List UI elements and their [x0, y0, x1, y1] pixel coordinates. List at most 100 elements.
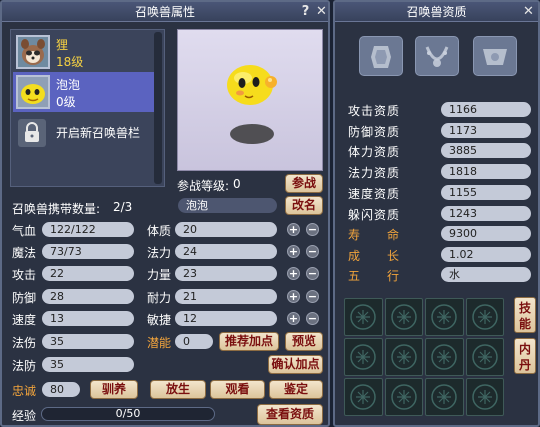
- exp-label: 经验: [12, 409, 37, 423]
- stat-label-attack: 攻击: [12, 268, 37, 282]
- bubble-avatar-icon: [16, 75, 50, 109]
- magic-minus-button[interactable]: −: [306, 245, 319, 258]
- skill-slot[interactable]: [465, 298, 504, 336]
- pet-attributes-panel: 召唤兽属性 ? ✕ 狸 18级 泡泡 0级 开启新召唤兽栏 参战等级: 0 参战…: [0, 0, 330, 427]
- apt-label-dodge: 躲闪资质: [348, 208, 401, 222]
- pet-list: 狸 18级 泡泡 0级 开启新召唤兽栏: [10, 29, 165, 187]
- loyalty-value: 80: [42, 382, 80, 397]
- raccoon-avatar-icon: [16, 35, 50, 69]
- growth-label: 成 长: [348, 249, 401, 263]
- unlock-pet-slot[interactable]: 开启新召唤兽栏: [13, 112, 155, 152]
- panel-title: 召唤兽属性 ? ✕: [2, 2, 328, 22]
- armor-icon[interactable]: [359, 36, 403, 76]
- stat-value-magic-defense: 35: [42, 357, 134, 372]
- lifespan-value: 9300: [441, 226, 531, 241]
- stat-value-magic-damage: 35: [42, 334, 134, 349]
- inner-core-tab-button[interactable]: 内丹: [514, 338, 536, 374]
- element-value: 水: [441, 267, 531, 282]
- skill-slot[interactable]: [384, 338, 423, 376]
- stat-value-mp: 73/73: [42, 244, 134, 259]
- pet-level: 18级: [56, 55, 84, 69]
- endurance-plus-button[interactable]: +: [287, 290, 300, 303]
- skill-slot[interactable]: [344, 338, 383, 376]
- empty-slot-pattern-icon: [391, 344, 417, 370]
- skill-slot[interactable]: [425, 338, 464, 376]
- endurance-minus-button[interactable]: −: [306, 290, 319, 303]
- strength-plus-button[interactable]: +: [287, 267, 300, 280]
- pet-name-field[interactable]: 泡泡: [178, 198, 277, 213]
- apt-value-stamina: 3885: [441, 143, 531, 158]
- apt-label-magic: 法力资质: [348, 166, 401, 180]
- carry-count-label: 召唤兽携带数量:: [12, 202, 101, 216]
- pet-aptitude-panel: 召唤兽资质 ✕ 攻击资质 1166 防御资质 1173 体力资质 3885 法力…: [333, 0, 540, 427]
- constitution-minus-button[interactable]: −: [306, 223, 319, 236]
- empty-slot-pattern-icon: [472, 344, 498, 370]
- stat-value-speed: 13: [42, 311, 134, 326]
- skill-slot[interactable]: [344, 298, 383, 336]
- empty-slot-pattern-icon: [431, 344, 457, 370]
- necklace-icon[interactable]: [415, 36, 459, 76]
- stat-label-speed: 速度: [12, 313, 37, 327]
- stat-label-magic-defense: 法防: [12, 359, 37, 373]
- attr-value-magic: 24: [175, 244, 277, 259]
- pet-row-2[interactable]: 泡泡 0级: [13, 72, 155, 112]
- strength-minus-button[interactable]: −: [306, 267, 319, 280]
- skill-grid: [344, 298, 504, 416]
- close-button[interactable]: ✕: [313, 3, 330, 20]
- agility-plus-button[interactable]: +: [287, 312, 300, 325]
- tame-button[interactable]: 驯养: [90, 380, 138, 399]
- rename-button[interactable]: 改名: [285, 196, 323, 215]
- skills-tab-button[interactable]: 技能: [514, 297, 536, 333]
- apt-label-attack: 攻击资质: [348, 104, 401, 118]
- lock-icon: [18, 119, 46, 147]
- agility-minus-button[interactable]: −: [306, 312, 319, 325]
- preview-button[interactable]: 预览: [285, 332, 323, 351]
- attr-label-agility: 敏捷: [147, 313, 172, 327]
- watch-button[interactable]: 观看: [210, 380, 265, 399]
- empty-slot-pattern-icon: [472, 304, 498, 330]
- battle-level-value: 0: [233, 177, 241, 191]
- attr-label-endurance: 耐力: [147, 291, 172, 305]
- skill-slot[interactable]: [384, 378, 423, 416]
- aptitude-panel-title-text: 召唤兽资质: [406, 5, 467, 19]
- empty-slot-pattern-icon: [431, 384, 457, 410]
- attr-value-endurance: 21: [175, 289, 277, 304]
- constitution-plus-button[interactable]: +: [287, 223, 300, 236]
- stat-label-hp: 气血: [12, 224, 37, 238]
- appraise-button[interactable]: 鉴定: [269, 380, 323, 399]
- skill-slot[interactable]: [425, 298, 464, 336]
- magic-plus-button[interactable]: +: [287, 245, 300, 258]
- pet-row-1[interactable]: 狸 18级: [13, 32, 155, 72]
- apt-value-attack: 1166: [441, 102, 531, 117]
- potential-value: 0: [175, 334, 213, 349]
- pet-list-scrollbar[interactable]: [154, 32, 162, 184]
- skill-slot[interactable]: [384, 298, 423, 336]
- help-button[interactable]: ?: [297, 3, 314, 20]
- skill-slot[interactable]: [344, 378, 383, 416]
- empty-slot-pattern-icon: [391, 304, 417, 330]
- panel-title-text: 召唤兽属性: [134, 5, 195, 19]
- collar-icon[interactable]: [473, 36, 517, 76]
- attr-label-magic: 法力: [147, 246, 172, 260]
- empty-slot-pattern-icon: [472, 384, 498, 410]
- stat-label-defense: 防御: [12, 291, 37, 305]
- view-aptitude-button[interactable]: 查看资质: [257, 404, 323, 425]
- apt-label-speed: 速度资质: [348, 187, 401, 201]
- skill-slot[interactable]: [425, 378, 464, 416]
- potential-label: 潜能: [147, 336, 172, 350]
- skill-slot[interactable]: [465, 378, 504, 416]
- apt-value-speed: 1155: [441, 185, 531, 200]
- stat-value-defense: 28: [42, 289, 134, 304]
- battle-button[interactable]: 参战: [285, 174, 323, 193]
- stat-label-magic-damage: 法伤: [12, 336, 37, 350]
- confirm-points-button[interactable]: 确认加点: [268, 355, 323, 374]
- exp-value: 0/50: [115, 407, 141, 420]
- attr-value-constitution: 20: [175, 222, 277, 237]
- aptitude-panel-title: 召唤兽资质 ✕: [335, 2, 538, 22]
- close-button[interactable]: ✕: [520, 3, 537, 20]
- release-button[interactable]: 放生: [150, 380, 206, 399]
- unlock-label: 开启新召唤兽栏: [56, 126, 141, 140]
- skill-slot[interactable]: [465, 338, 504, 376]
- lifespan-label: 寿 命: [348, 228, 401, 242]
- recommend-points-button[interactable]: 推荐加点: [219, 332, 279, 351]
